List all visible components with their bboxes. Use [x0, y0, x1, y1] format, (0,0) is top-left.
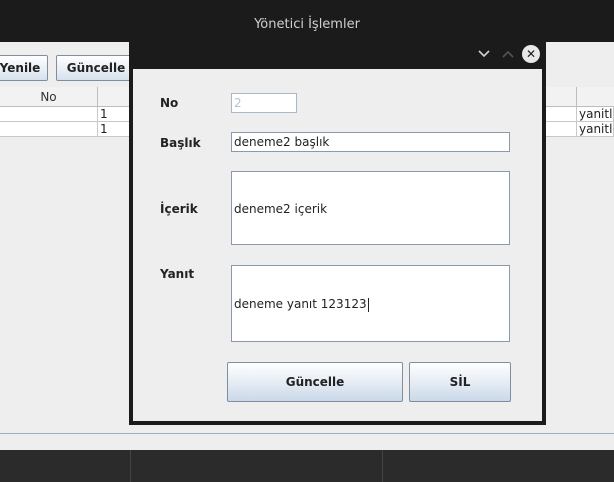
taskbar-divider — [382, 450, 383, 482]
chevron-down-icon[interactable] — [475, 45, 493, 63]
text-caret — [367, 297, 369, 312]
reply-textarea[interactable]: deneme yanıt 123123 — [231, 265, 510, 342]
content-label: İçerik — [160, 202, 198, 216]
content-text: deneme2 içerik — [234, 202, 328, 216]
column-header[interactable] — [577, 87, 614, 107]
edit-dialog: ✕ No 2 Başlık deneme2 başlık İçerik dene… — [129, 41, 546, 425]
table-cell[interactable] — [546, 107, 577, 122]
taskbar-divider — [130, 450, 131, 482]
no-label: No — [160, 96, 179, 110]
dialog-update-button[interactable]: Güncelle — [227, 362, 403, 402]
window-title: Yönetici İşlemler — [254, 17, 360, 32]
reply-label: Yanıt — [160, 267, 195, 281]
dialog-title-bar[interactable]: ✕ — [129, 41, 546, 68]
close-icon[interactable]: ✕ — [522, 45, 540, 63]
subject-field[interactable]: deneme2 başlık — [231, 132, 510, 152]
subject-label: Başlık — [160, 136, 201, 150]
delete-button[interactable]: SİL — [409, 362, 511, 402]
content-textarea[interactable]: deneme2 içerik — [231, 171, 510, 245]
divider — [0, 433, 614, 434]
table-cell[interactable] — [546, 122, 577, 137]
table-cell[interactable]: yanitla — [577, 107, 614, 122]
refresh-button[interactable]: Yenile — [0, 55, 48, 81]
table-cell[interactable] — [0, 122, 98, 137]
table-cell[interactable]: 1 — [98, 107, 130, 122]
table-cell[interactable] — [0, 107, 98, 122]
column-header[interactable] — [98, 87, 130, 107]
column-header[interactable] — [546, 87, 577, 107]
table-cell[interactable]: yanitla — [577, 122, 614, 137]
update-button[interactable]: Güncelle — [56, 55, 136, 81]
taskbar — [0, 450, 614, 482]
main-title-bar: Yönetici İşlemler — [0, 0, 614, 42]
column-header-no[interactable]: No — [0, 87, 98, 107]
no-field: 2 — [231, 93, 297, 113]
reply-text: deneme yanıt 123123 — [234, 297, 367, 311]
chevron-up-icon[interactable] — [499, 45, 517, 63]
table-cell[interactable]: 1 — [98, 122, 130, 137]
